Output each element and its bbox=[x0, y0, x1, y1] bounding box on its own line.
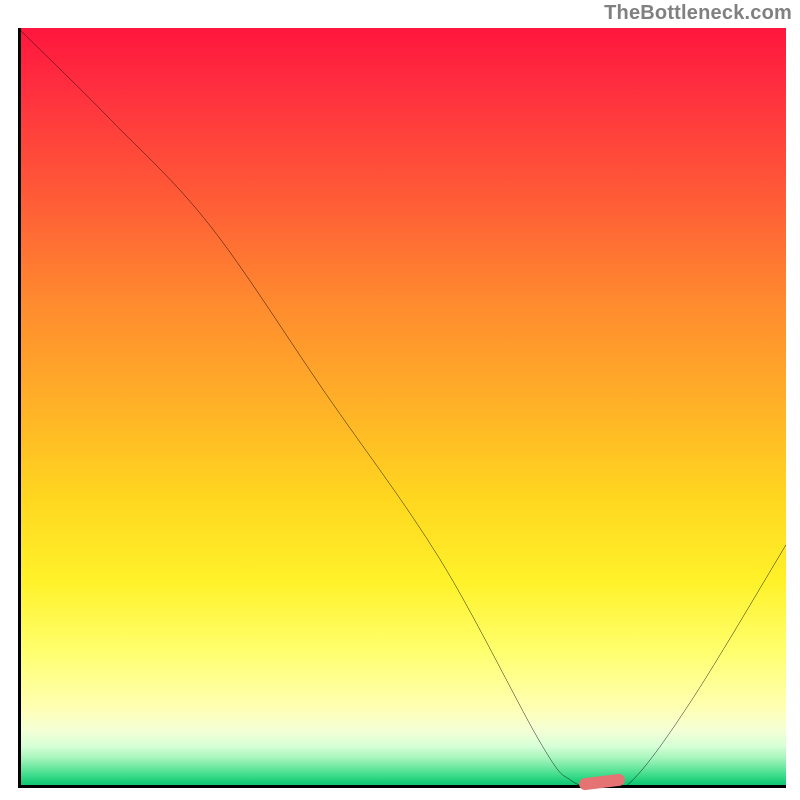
plot-area bbox=[18, 28, 786, 788]
watermark-text: TheBottleneck.com bbox=[604, 2, 792, 25]
chart-container: TheBottleneck.com bbox=[0, 0, 800, 800]
curve-path bbox=[18, 28, 786, 788]
bottleneck-curve bbox=[18, 28, 786, 788]
